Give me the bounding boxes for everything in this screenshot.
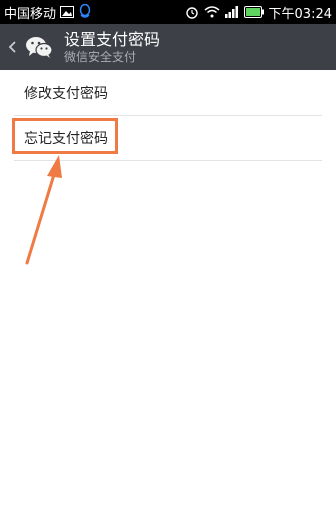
- annotation-arrow-icon: [25, 155, 62, 265]
